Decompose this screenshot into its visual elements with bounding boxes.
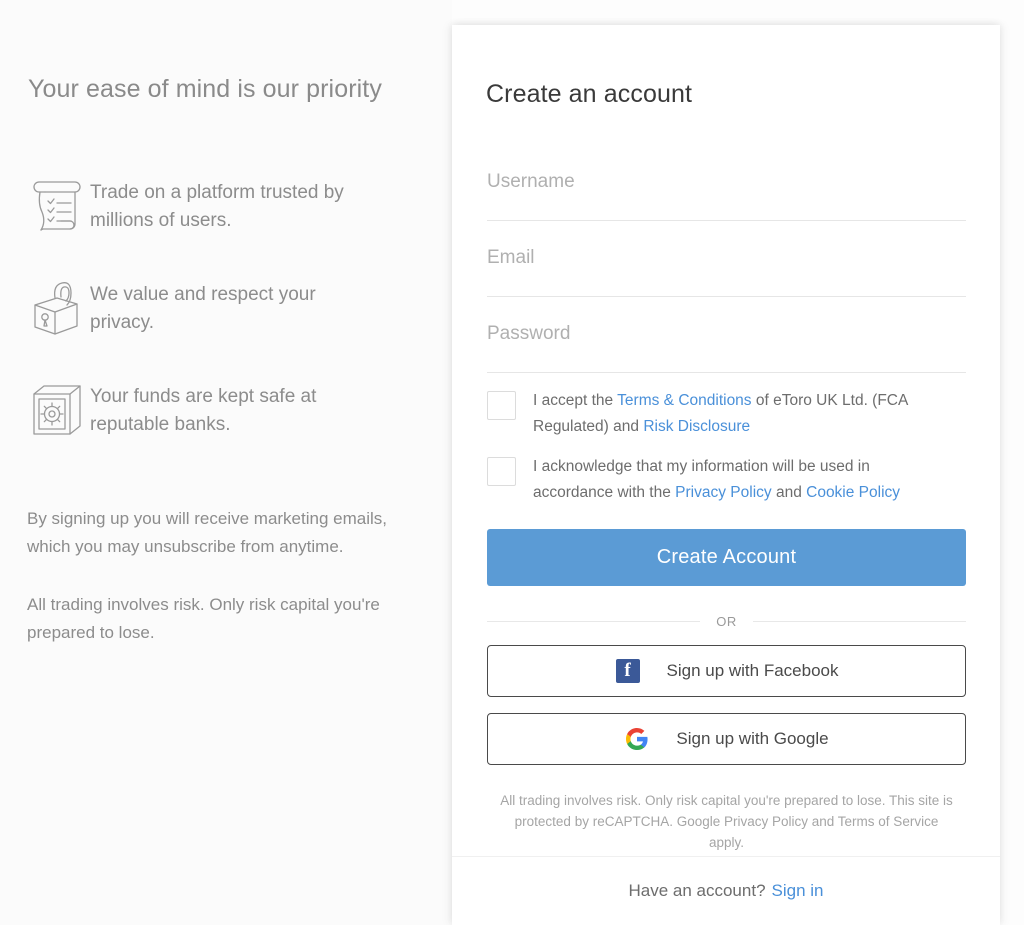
page-title: Create an account bbox=[486, 80, 692, 109]
marketing-headline: Your ease of mind is our priority bbox=[28, 75, 382, 104]
recaptcha-fineprint: All trading involves risk. Only risk cap… bbox=[499, 790, 954, 853]
consent-row-privacy: I acknowledge that my information will b… bbox=[487, 454, 966, 506]
create-account-button[interactable]: Create Account bbox=[487, 529, 966, 586]
benefit-item-trusted-platform: Trade on a platform trusted by millions … bbox=[24, 170, 424, 242]
or-divider: OR bbox=[487, 614, 966, 629]
facebook-icon: f bbox=[615, 658, 641, 684]
google-icon bbox=[624, 726, 650, 752]
signup-page: Your ease of mind is our priority bbox=[0, 0, 1024, 925]
terms-and-conditions-link[interactable]: Terms & Conditions bbox=[617, 392, 751, 409]
benefit-item-label: Trade on a platform trusted by millions … bbox=[90, 170, 380, 235]
safe-vault-icon bbox=[24, 374, 90, 446]
benefit-item-label: We value and respect your privacy. bbox=[90, 272, 380, 337]
terms-checkbox[interactable] bbox=[487, 391, 516, 420]
email-input[interactable] bbox=[487, 221, 966, 295]
signup-with-facebook-label: Sign up with Facebook bbox=[667, 661, 839, 681]
risk-warning: All trading involves risk. Only risk cap… bbox=[27, 591, 407, 647]
or-label: OR bbox=[700, 614, 753, 629]
password-field[interactable] bbox=[487, 297, 966, 373]
terms-text-part-1: I accept the bbox=[533, 392, 617, 409]
benefit-list: Trade on a platform trusted by millions … bbox=[24, 170, 424, 476]
email-field[interactable] bbox=[487, 221, 966, 297]
facebook-mark: f bbox=[616, 659, 640, 683]
privacy-consent-label: I acknowledge that my information will b… bbox=[533, 454, 933, 506]
privacy-policy-link[interactable]: Privacy Policy bbox=[675, 484, 771, 501]
divider-rule-right bbox=[753, 621, 966, 622]
marketing-email-notice: By signing up you will receive marketing… bbox=[27, 505, 407, 561]
username-field[interactable] bbox=[487, 145, 966, 221]
sign-in-link[interactable]: Sign in bbox=[772, 881, 824, 901]
signup-with-google-button[interactable]: Sign up with Google bbox=[487, 713, 966, 765]
cookie-policy-link[interactable]: Cookie Policy bbox=[806, 484, 900, 501]
signup-with-google-label: Sign up with Google bbox=[676, 729, 828, 749]
divider-rule-left bbox=[487, 621, 700, 622]
marketing-panel: Your ease of mind is our priority bbox=[0, 0, 452, 925]
consent-list: I accept the Terms & Conditions of eToro… bbox=[487, 388, 966, 506]
benefit-item-privacy: We value and respect your privacy. bbox=[24, 272, 424, 344]
username-input[interactable] bbox=[487, 145, 966, 219]
benefit-item-safe-funds: Your funds are kept safe at reputable ba… bbox=[24, 374, 424, 446]
consent-row-terms: I accept the Terms & Conditions of eToro… bbox=[487, 388, 966, 440]
terms-consent-label: I accept the Terms & Conditions of eToro… bbox=[533, 388, 933, 440]
benefit-item-label: Your funds are kept safe at reputable ba… bbox=[90, 374, 380, 439]
scroll-checklist-icon bbox=[24, 170, 90, 242]
have-account-label: Have an account? bbox=[628, 881, 765, 901]
password-input[interactable] bbox=[487, 297, 966, 371]
signup-card: Create an account I accept the Terms & C… bbox=[452, 25, 1000, 925]
privacy-text-part-2: and bbox=[772, 484, 806, 501]
padlock-icon bbox=[24, 272, 90, 344]
signin-footer: Have an account? Sign in bbox=[452, 856, 1000, 925]
risk-disclosure-link[interactable]: Risk Disclosure bbox=[643, 418, 750, 435]
signup-with-facebook-button[interactable]: f Sign up with Facebook bbox=[487, 645, 966, 697]
signup-form: I accept the Terms & Conditions of eToro… bbox=[487, 145, 966, 853]
marketing-legal-text: By signing up you will receive marketing… bbox=[27, 505, 407, 647]
privacy-checkbox[interactable] bbox=[487, 457, 516, 486]
